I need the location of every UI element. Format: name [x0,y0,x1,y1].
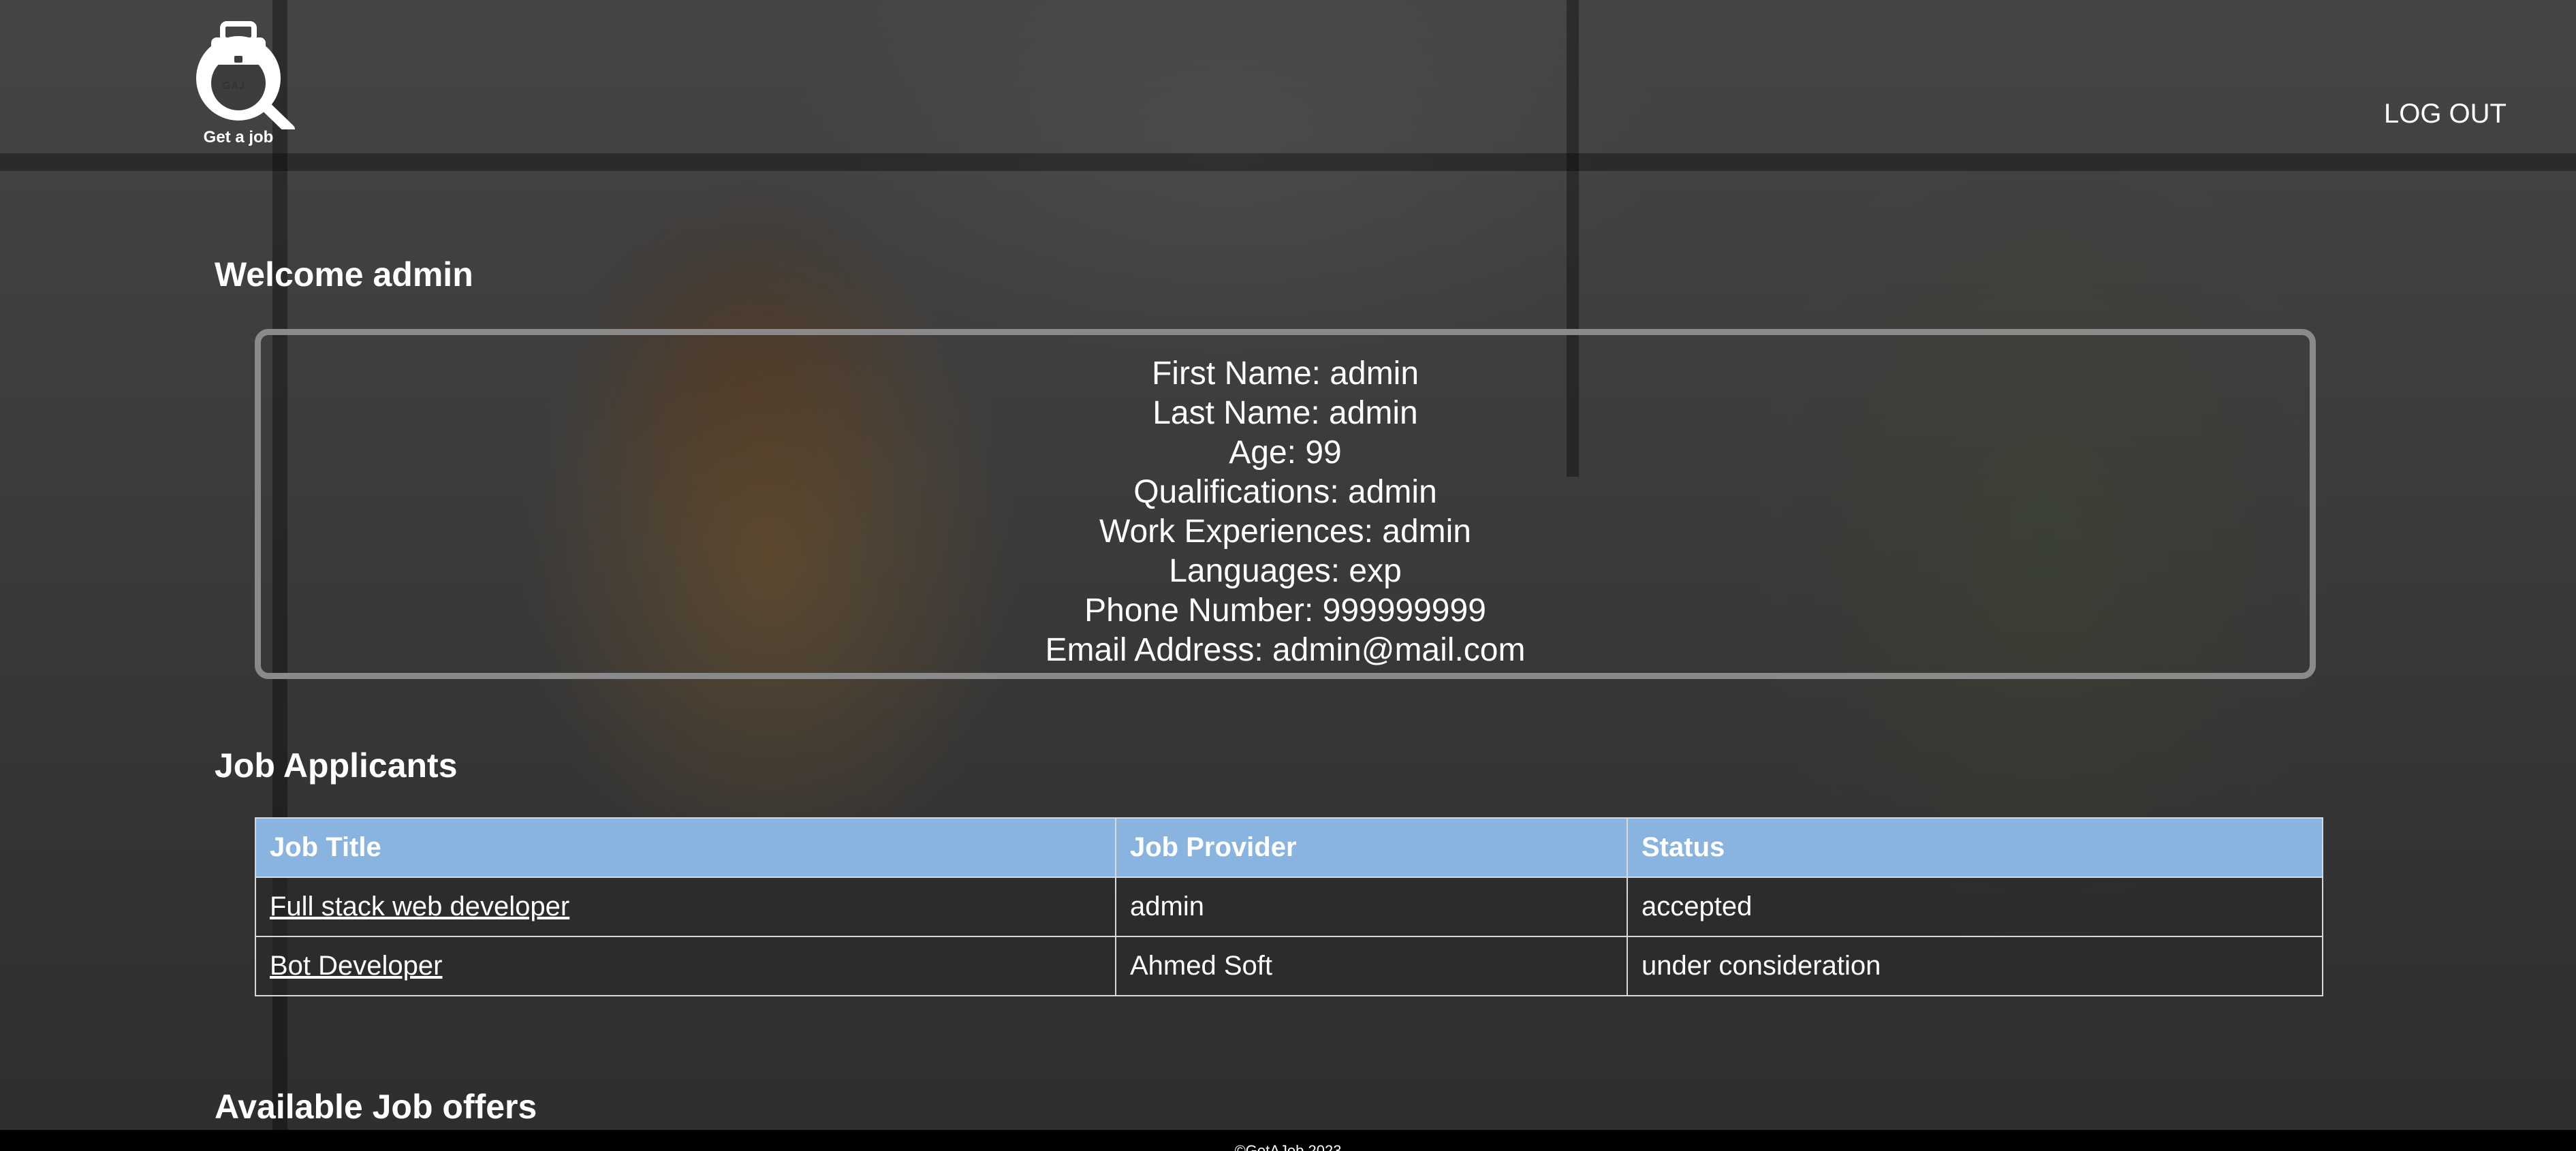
table-row: Bot Developer Ahmed Soft under considera… [255,936,2323,996]
column-header-job-provider: Job Provider [1115,817,1628,878]
job-applicants-table: Job Title Job Provider Status Full stack… [255,817,2323,996]
status-cell: under consideration [1627,936,2323,996]
available-job-offers-heading: Available Job offers [215,1088,537,1126]
table-row: Full stack web developer admin accepted [255,877,2323,937]
job-title-cell: Full stack web developer [255,877,1116,937]
column-header-job-title: Job Title [255,817,1116,878]
profile-email: Email Address: admin@mail.com [1045,632,1526,668]
site-footer: ©GetAJob 2023 [0,1130,2576,1151]
profile-work-experiences: Work Experiences: admin [1099,514,1471,550]
job-provider-cell: Ahmed Soft [1115,936,1628,996]
status-cell: accepted [1627,877,2323,937]
job-provider-cell: admin [1115,877,1628,937]
column-header-status: Status [1627,817,2323,878]
site-logo[interactable]: GAJ Get a job [184,20,307,150]
footer-copyright: ©GetAJob 2023 [1234,1142,1342,1151]
profile-first-name: First Name: admin [1151,356,1419,392]
briefcase-search-icon [196,21,295,135]
logo-caption: Get a job [203,128,274,146]
profile-languages: Languages: exp [1169,553,1402,589]
profile-phone: Phone Number: 999999999 [1084,593,1486,629]
job-title-link[interactable]: Full stack web developer [270,892,569,921]
table-header-row: Job Title Job Provider Status [255,817,2323,878]
profile-last-name: Last Name: admin [1152,395,1418,431]
profile-qualifications: Qualifications: admin [1133,474,1437,510]
logout-link[interactable]: LOG OUT [2384,99,2507,129]
logo-badge-text: GAJ [222,80,245,92]
welcome-heading: Welcome admin [215,255,473,294]
profile-age: Age: 99 [1229,435,1342,471]
job-title-link[interactable]: Bot Developer [270,951,442,981]
job-title-cell: Bot Developer [255,936,1116,996]
profile-card: First Name: admin Last Name: admin Age: … [255,329,2316,679]
job-applicants-heading: Job Applicants [215,746,458,785]
site-header: GAJ Get a job LOG OUT [0,0,2576,163]
